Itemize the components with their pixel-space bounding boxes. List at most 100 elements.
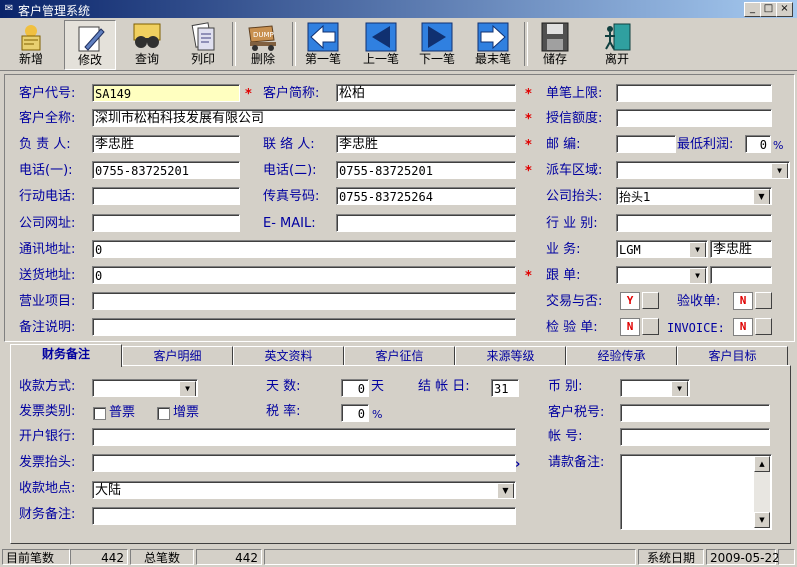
tax-unit: %	[372, 408, 383, 421]
scroll-up-icon[interactable]: ▲	[754, 456, 770, 472]
short-name-input[interactable]: 松柏	[336, 84, 516, 102]
previous-record-button[interactable]: 上一笔	[356, 20, 406, 68]
fullname-input[interactable]: 深圳市松柏科技发展有限公司	[92, 109, 516, 127]
picker-icon[interactable]	[755, 318, 772, 335]
dropdown-arrow-icon[interactable]: ▼	[689, 268, 706, 283]
picker-icon[interactable]	[642, 292, 659, 309]
profit-input[interactable]: 0	[745, 135, 771, 153]
fax-input[interactable]: 0755-83725264	[336, 187, 516, 205]
close-button[interactable]: ×	[776, 2, 793, 17]
last-arrow-icon	[477, 22, 509, 52]
dispatch-select[interactable]: ▼	[616, 161, 790, 179]
phone1-input[interactable]: 0755-83725201	[92, 161, 240, 179]
save-button[interactable]: 储存	[530, 20, 580, 68]
owner-input[interactable]: 李忠胜	[92, 135, 240, 153]
receipt-label: 验收单:	[677, 294, 721, 309]
phone2-label: 电话(二):	[263, 163, 317, 178]
tab-credit[interactable]: 客户征信	[344, 346, 455, 366]
last-record-button[interactable]: 最末笔	[468, 20, 518, 68]
query-button[interactable]: 查询	[122, 20, 172, 68]
place-select[interactable]: 大陆 ▼	[92, 481, 516, 499]
website-input[interactable]	[92, 214, 240, 232]
dropdown-arrow-icon[interactable]: ▼	[753, 189, 770, 204]
close-day-input[interactable]: 31	[491, 379, 519, 397]
invoice-label: INVOICE:	[667, 321, 725, 335]
system-date-label: 系统日期	[638, 549, 704, 565]
industry-input[interactable]	[616, 214, 772, 232]
dropdown-arrow-icon[interactable]: ▼	[497, 483, 514, 498]
invoice-flag[interactable]: N	[733, 318, 753, 336]
tab-customer-detail[interactable]: 客户明细	[122, 346, 233, 366]
window-title: 客户管理系统	[18, 4, 91, 18]
remark-input[interactable]	[92, 318, 516, 336]
days-input[interactable]: 0	[341, 379, 369, 397]
account-input[interactable]	[620, 428, 770, 446]
business-input[interactable]	[92, 292, 516, 310]
app-icon: ✉	[4, 3, 14, 14]
tax-input[interactable]: 0	[341, 404, 369, 422]
contact-input[interactable]: 李忠胜	[336, 135, 516, 153]
sales-code-select[interactable]: LGM ▼	[616, 240, 708, 258]
dispatch-label: 派车区域:	[546, 163, 603, 178]
new-button[interactable]: 新增	[6, 20, 56, 68]
vat-invoice-checkbox[interactable]	[157, 407, 170, 420]
code-input[interactable]: SA149	[92, 84, 240, 102]
dropdown-arrow-icon[interactable]: ▼	[771, 163, 788, 178]
first-record-button[interactable]: 第一笔	[298, 20, 348, 68]
credit-input[interactable]	[616, 109, 772, 127]
exit-door-icon	[605, 23, 631, 51]
scroll-down-icon[interactable]: ▼	[754, 512, 770, 528]
tax-number-input[interactable]	[620, 404, 770, 422]
zip-input[interactable]	[616, 135, 676, 153]
picker-icon[interactable]	[755, 292, 772, 309]
print-button[interactable]: 列印	[178, 20, 228, 68]
header-select[interactable]: 抬头1 ▼	[616, 187, 772, 205]
dropdown-arrow-icon[interactable]: ▼	[179, 381, 196, 396]
edit-button[interactable]: 修改	[64, 20, 116, 70]
resize-grip[interactable]	[778, 549, 795, 565]
currency-select[interactable]: ▼	[620, 379, 690, 397]
delivery-input[interactable]: 0	[92, 266, 516, 284]
finance-note-input[interactable]	[92, 507, 516, 525]
finance-note-label: 财务备注:	[19, 507, 76, 522]
trade-flag[interactable]: Y	[620, 292, 640, 310]
picker-icon[interactable]	[642, 318, 659, 335]
mobile-input[interactable]	[92, 187, 240, 205]
sales-name-input[interactable]: 李忠胜	[710, 240, 772, 258]
close-day-label: 结 帐 日:	[418, 379, 470, 394]
vertical-scrollbar[interactable]: ▲ ▼	[754, 456, 770, 528]
email-input[interactable]	[336, 214, 516, 232]
receipt-flag[interactable]: N	[733, 292, 753, 310]
limit-input[interactable]	[616, 84, 772, 102]
inspect-flag[interactable]: N	[620, 318, 640, 336]
finance-panel: 收款方式: ▼ 天 数: 0 天 结 帐 日: 31 币 别: ▼ 发票类别: …	[10, 365, 791, 544]
pay-note-textarea[interactable]: ▲ ▼	[620, 454, 772, 530]
invoice-header-input[interactable]	[92, 454, 516, 472]
follow-name-input[interactable]	[710, 266, 772, 284]
delete-button[interactable]: DUMP 删除	[238, 20, 288, 68]
next-record-button[interactable]: 下一笔	[412, 20, 462, 68]
short-label: 客户简称:	[263, 86, 320, 101]
maximize-button[interactable]: □	[760, 2, 777, 17]
tab-source-level[interactable]: 来源等级	[455, 346, 566, 366]
chevron-right-icon[interactable]: ›	[515, 456, 520, 474]
follow-code-select[interactable]: ▼	[616, 266, 708, 284]
address-input[interactable]: 0	[92, 240, 516, 258]
tab-experience[interactable]: 经验传承	[566, 346, 677, 366]
phone1-label: 电话(一):	[19, 163, 73, 178]
tab-finance[interactable]: 财务备注	[10, 344, 122, 367]
minimize-button[interactable]: _	[744, 2, 761, 17]
payment-select[interactable]: ▼	[92, 379, 198, 397]
dropdown-arrow-icon[interactable]: ▼	[689, 242, 706, 257]
exit-button[interactable]: 离开	[592, 20, 642, 68]
sales-label: 业 务:	[546, 242, 581, 257]
phone2-input[interactable]: 0755-83725201	[336, 161, 516, 179]
total-count-label: 总笔数	[130, 549, 194, 565]
tab-customer-target[interactable]: 客户目标	[677, 346, 788, 366]
taxno-label: 客户税号:	[548, 405, 605, 420]
tab-english-info[interactable]: 英文资料	[233, 346, 344, 366]
dropdown-arrow-icon[interactable]: ▼	[671, 381, 688, 396]
normal-invoice-checkbox[interactable]	[93, 407, 106, 420]
bank-input[interactable]	[92, 428, 516, 446]
limit-label: 单笔上限:	[546, 86, 603, 101]
